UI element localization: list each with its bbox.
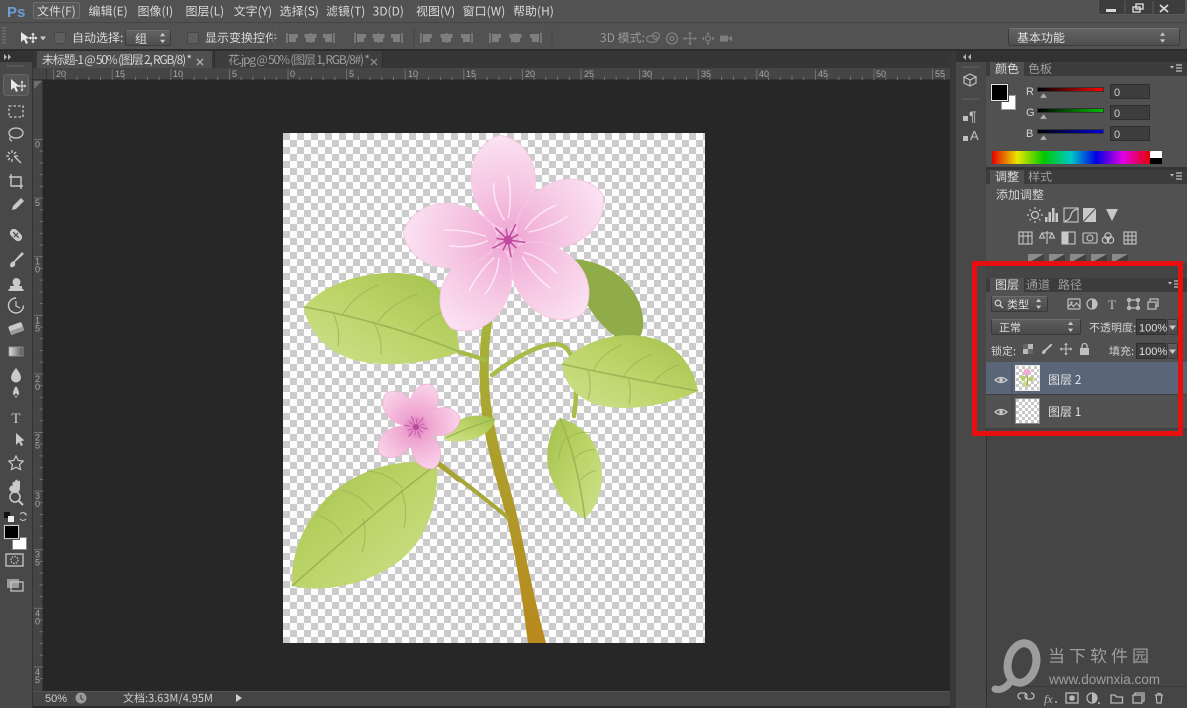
svg-text:25: 25 <box>584 69 594 79</box>
svg-text:5: 5 <box>35 323 40 333</box>
svg-text:5: 5 <box>349 69 354 79</box>
svg-text:0: 0 <box>35 382 40 392</box>
svg-text:20: 20 <box>525 69 535 79</box>
svg-text:50: 50 <box>876 69 886 79</box>
svg-text:A: A <box>970 128 979 143</box>
svg-text:0: 0 <box>35 616 40 626</box>
svg-text:15: 15 <box>115 69 125 79</box>
svg-text:5: 5 <box>35 198 40 208</box>
svg-text:15: 15 <box>466 69 476 79</box>
svg-text:5: 5 <box>35 558 40 568</box>
svg-text:5: 5 <box>35 675 40 685</box>
svg-text:30: 30 <box>642 69 652 79</box>
svg-text:50%: 50% <box>45 693 67 705</box>
svg-text:55: 55 <box>935 69 945 79</box>
svg-text:10: 10 <box>408 69 418 79</box>
svg-text:0: 0 <box>35 499 40 509</box>
svg-text:G: G <box>1026 107 1035 119</box>
svg-text:5: 5 <box>232 69 237 79</box>
svg-text:5: 5 <box>35 441 40 451</box>
svg-text:35: 35 <box>701 69 711 79</box>
svg-text:T: T <box>11 411 20 427</box>
svg-text:45: 45 <box>818 69 828 79</box>
svg-text:20: 20 <box>56 69 66 79</box>
svg-text:www.downxia.com: www.downxia.com <box>1048 672 1160 687</box>
svg-text:fx: fx <box>1044 692 1053 706</box>
svg-text:0: 0 <box>35 265 40 275</box>
svg-text:¶: ¶ <box>969 108 977 124</box>
svg-text:0: 0 <box>35 140 40 150</box>
svg-text:40: 40 <box>759 69 769 79</box>
svg-text:0: 0 <box>1114 108 1120 120</box>
svg-text:B: B <box>1026 128 1033 140</box>
svg-text:0: 0 <box>290 69 295 79</box>
svg-text:Ps: Ps <box>7 4 25 21</box>
svg-text:10: 10 <box>173 69 183 79</box>
svg-text:R: R <box>1026 86 1034 98</box>
svg-text:0: 0 <box>1114 129 1120 141</box>
svg-text:0: 0 <box>1114 87 1120 99</box>
